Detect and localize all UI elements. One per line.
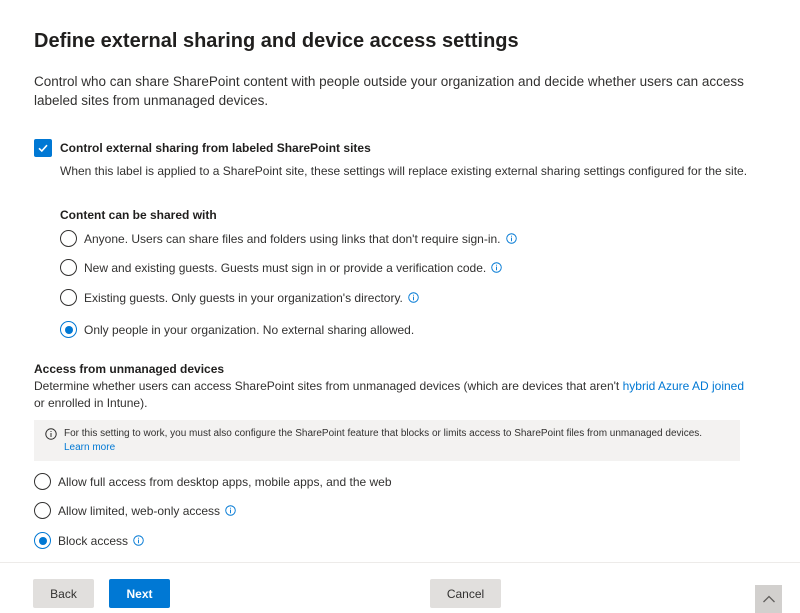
info-icon[interactable] [225,505,236,516]
external-sharing-checkbox[interactable] [34,139,52,157]
radio-option-new-existing-guests[interactable]: New and existing guests. Guests must sig… [60,259,502,276]
radio-option-block-access[interactable]: Block access [34,532,144,549]
unmanaged-devices-description: Determine whether users can access Share… [34,378,754,412]
external-sharing-description: When this label is applied to a SharePoi… [60,164,748,178]
info-message-text: For this setting to work, you must also … [64,428,703,439]
chevron-up-icon [762,595,775,603]
shared-with-heading: Content can be shared with [60,208,217,222]
radio-option-existing-guests[interactable]: Existing guests. Only guests in your org… [60,289,419,306]
radio-option-full-access[interactable]: Allow full access from desktop apps, mob… [34,473,392,490]
radio-button[interactable] [60,289,77,306]
page-intro: Control who can share SharePoint content… [34,74,744,108]
radio-label[interactable]: New and existing guests. Guests must sig… [84,261,486,275]
back-button[interactable]: Back [33,579,94,608]
radio-option-limited-access[interactable]: Allow limited, web-only access [34,502,236,519]
checkmark-icon [38,144,48,153]
info-icon [45,428,57,440]
scroll-to-top-button[interactable] [755,585,782,613]
radio-button[interactable] [60,259,77,276]
radio-button[interactable] [60,321,77,338]
radio-label[interactable]: Allow full access from desktop apps, mob… [58,475,392,489]
radio-label[interactable]: Only people in your organization. No ext… [84,323,414,337]
page-title: Define external sharing and device acces… [34,30,519,52]
external-sharing-checkbox-label[interactable]: Control external sharing from labeled Sh… [60,141,371,155]
radio-button[interactable] [34,502,51,519]
radio-label[interactable]: Anyone. Users can share files and folder… [84,232,501,246]
learn-more-link[interactable]: Learn more [64,442,115,453]
radio-button[interactable] [34,473,51,490]
unmanaged-devices-heading: Access from unmanaged devices [34,362,225,376]
cancel-button[interactable]: Cancel [430,579,501,608]
radio-option-anyone[interactable]: Anyone. Users can share files and folder… [60,230,517,247]
info-icon[interactable] [491,262,502,273]
hybrid-azure-ad-link[interactable]: hybrid Azure AD joined [623,379,744,393]
info-icon[interactable] [133,535,144,546]
radio-option-only-organization[interactable]: Only people in your organization. No ext… [60,321,414,338]
footer-divider [0,562,800,563]
description-text: Determine whether users can access Share… [34,379,623,393]
radio-button[interactable] [60,230,77,247]
next-button[interactable]: Next [109,579,170,608]
radio-label[interactable]: Allow limited, web-only access [58,504,220,518]
info-icon[interactable] [408,292,419,303]
radio-label[interactable]: Block access [58,534,128,548]
description-text-end: or enrolled in Intune). [34,396,148,410]
external-sharing-checkbox-row[interactable]: Control external sharing from labeled Sh… [34,139,371,157]
radio-label[interactable]: Existing guests. Only guests in your org… [84,291,403,305]
info-icon[interactable] [505,233,517,244]
info-message-box: For this setting to work, you must also … [34,420,740,461]
radio-button[interactable] [34,532,51,549]
